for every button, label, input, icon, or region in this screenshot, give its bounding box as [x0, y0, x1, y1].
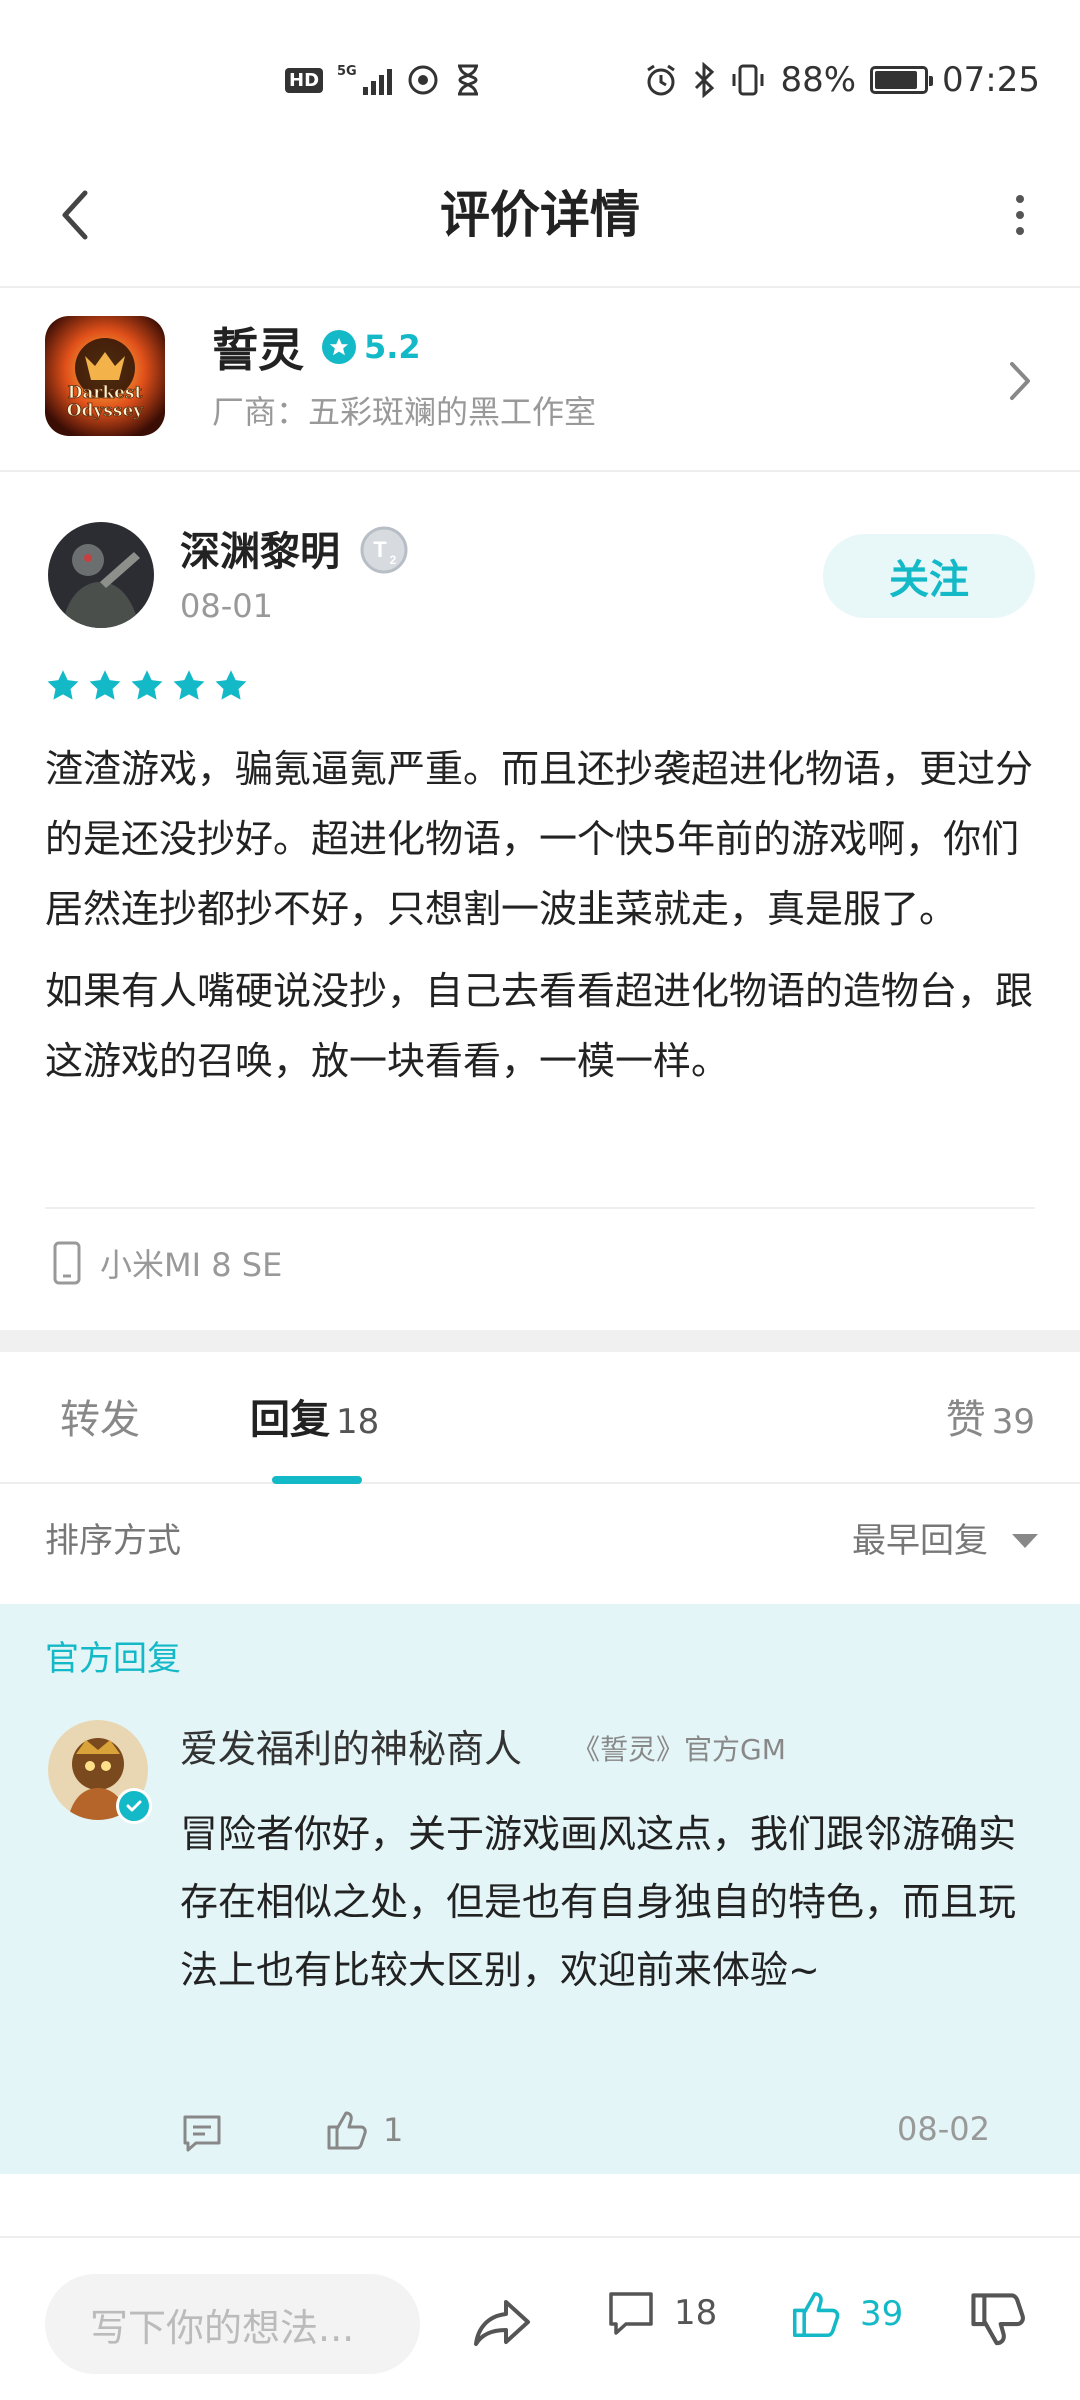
official-reply-like-count: 1: [383, 2111, 404, 2149]
status-right-icons: 88% 07:25: [644, 58, 1040, 102]
official-reply-tag: 《誓灵》官方GM: [572, 1733, 786, 1766]
official-reply-date: 08-02: [897, 2110, 990, 2148]
review-username[interactable]: 深渊黎明: [180, 524, 340, 580]
comment-icon: [609, 2292, 653, 2335]
svg-text:Odyssey: Odyssey: [67, 401, 145, 421]
review-date: 08-01: [180, 587, 273, 625]
svg-text:Darkest: Darkest: [68, 383, 143, 403]
official-reply: 官方回复 爱发福利的神秘商人 《誓灵》官方GM 冒险者你好，关于游戏画风这点，我…: [0, 1604, 1080, 2174]
tab-forward[interactable]: 转发: [60, 1392, 140, 1448]
hourglass-icon: [457, 64, 478, 96]
signal-icon: 5G: [337, 65, 392, 95]
thumbs-up-icon: [327, 2111, 367, 2150]
svg-text:T: T: [373, 537, 387, 562]
bottom-comments-button[interactable]: 18: [606, 2288, 717, 2338]
game-card[interactable]: Darkest Odyssey 誓灵 5.2 厂商：五彩斑斓的黑工作室: [0, 290, 1080, 472]
alarm-icon: [647, 64, 676, 96]
star-rating: [45, 668, 249, 704]
thumbs-down-icon[interactable]: [968, 2288, 1028, 2352]
official-reply-label: 官方回复: [45, 1639, 181, 1679]
verified-icon: [116, 1788, 152, 1824]
sort-selected: 最早回复: [852, 1521, 988, 1561]
thumbs-up-icon: [792, 2292, 840, 2338]
phone-icon: [53, 1241, 81, 1285]
official-avatar[interactable]: [48, 1720, 152, 1824]
comment-icon[interactable]: [180, 2112, 224, 2156]
star-icon: [89, 670, 121, 700]
tab-likes[interactable]: 赞 39: [946, 1392, 1035, 1450]
official-reply-like[interactable]: 1: [325, 2108, 403, 2152]
review-paragraph: 如果有人嘴硬说没抄，自己去看看超进化物语的造物台，跟这游戏的召唤，放一块看看，一…: [45, 969, 1034, 1083]
hd-icon: HD: [285, 67, 324, 93]
bottom-bar: 写下你的想法... 18 39: [0, 2236, 1080, 2400]
battery-icon: [870, 66, 934, 94]
game-name: 誓灵: [212, 323, 304, 377]
hotspot-icon: [408, 65, 438, 95]
game-icon: Darkest Odyssey: [45, 316, 165, 436]
status-left-icons: HD 5G: [285, 58, 482, 102]
tab-likes-label: 赞: [945, 1397, 986, 1443]
comment-input[interactable]: 写下你的想法...: [45, 2274, 420, 2374]
battery-percent: 88%: [780, 60, 857, 100]
chevron-right-icon: [1010, 362, 1030, 400]
tab-likes-count: 39: [991, 1402, 1035, 1442]
sort-label: 排序方式: [45, 1521, 181, 1561]
level-badge-icon: T 2: [360, 526, 408, 574]
star-icon: [173, 670, 205, 700]
top-nav: 评价详情: [0, 150, 1080, 288]
divider: [45, 1207, 1035, 1209]
svg-text:2: 2: [390, 553, 397, 567]
official-reply-name[interactable]: 爱发福利的神秘商人: [180, 1722, 522, 1776]
bottom-like-button[interactable]: 39: [790, 2288, 903, 2340]
reply-tabs: 转发 回复 18 赞 39: [0, 1352, 1080, 1484]
official-reply-actions: 1 08-02: [180, 2104, 1000, 2160]
clock: 07:25: [942, 60, 1040, 100]
vibrate-icon: [732, 64, 764, 96]
follow-button[interactable]: 关注: [823, 534, 1035, 618]
bottom-comment-count: 18: [674, 2293, 718, 2333]
sort-dropdown[interactable]: 最早回复: [852, 1516, 1040, 1566]
tab-reply[interactable]: 回复 18: [250, 1392, 379, 1450]
avatar[interactable]: [48, 522, 154, 628]
tab-reply-count: 18: [336, 1402, 380, 1442]
tab-reply-label: 回复: [250, 1397, 330, 1443]
rating-value: 5.2: [364, 328, 421, 366]
review-paragraph: 渣渣游戏，骗氪逼氪严重。而且还抄袭超进化物语，更过分的是还没抄好。超进化物语，一…: [45, 747, 1034, 931]
star-badge-icon: [322, 330, 356, 364]
bottom-like-count: 39: [860, 2294, 904, 2334]
page-title: 评价详情: [440, 186, 640, 244]
section-separator: [0, 1330, 1080, 1352]
bluetooth-icon: [695, 62, 715, 98]
caret-down-icon: [1012, 1534, 1038, 1548]
share-icon[interactable]: [470, 2290, 534, 2354]
more-button[interactable]: [990, 180, 1050, 250]
vendor-label: 厂商：五彩斑斓的黑工作室: [212, 393, 597, 431]
device-label: 小米MI 8 SE: [100, 1246, 283, 1284]
review-body: 渣渣游戏，骗氪逼氪严重。而且还抄袭超进化物语，更过分的是还没抄好。超进化物语，一…: [45, 734, 1040, 1096]
official-reply-body: 冒险者你好，关于游戏画风这点，我们跟邻游确实存在相似之处，但是也有自身独自的特色…: [180, 1812, 1017, 1992]
star-icon: [131, 670, 163, 700]
sort-bar: 排序方式 最早回复: [0, 1484, 1080, 1604]
star-icon: [215, 670, 247, 700]
status-bar: HD 5G 88% 07:25: [0, 0, 1080, 150]
star-icon: [47, 670, 79, 700]
game-rating: 5.2: [322, 328, 421, 366]
device-info: 小米MI 8 SE: [50, 1240, 282, 1286]
review-section: 深渊黎明 T 2 08-01 关注 渣渣游戏，骗氪逼氪严重。而且还抄袭超进化物语…: [0, 472, 1080, 1352]
more-vertical-icon: [1016, 195, 1024, 203]
tab-indicator: [272, 1476, 362, 1484]
